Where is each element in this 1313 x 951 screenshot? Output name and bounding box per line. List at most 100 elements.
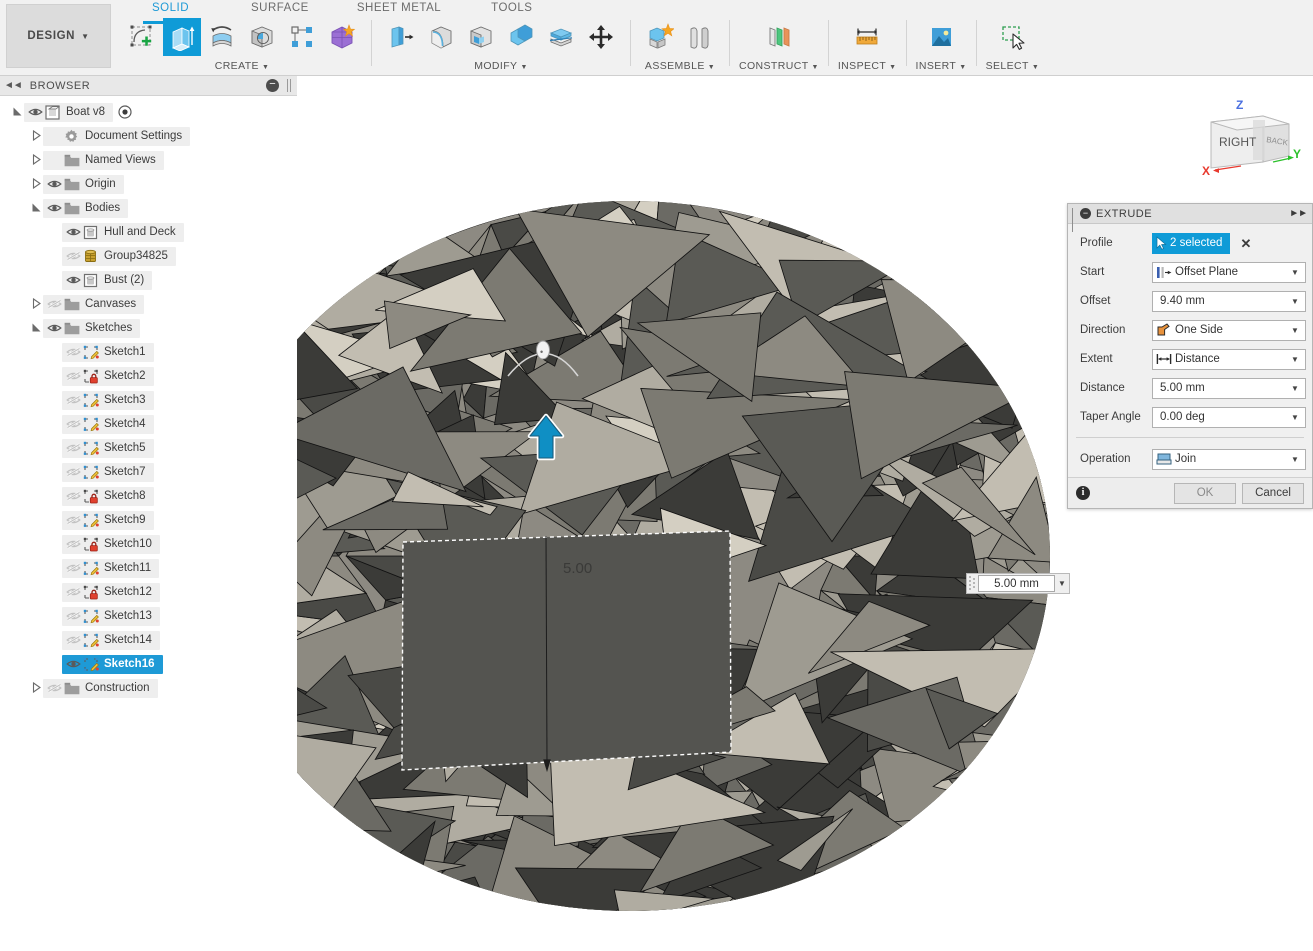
tool-group-select-label[interactable]: SELECT ▼	[986, 60, 1040, 72]
eye-hidden-icon[interactable]	[65, 344, 82, 361]
browser-tree-item-sketch14[interactable]: Sketch14	[0, 628, 297, 652]
tree-item-chip[interactable]: Sketch13	[62, 606, 160, 626]
eye-hidden-icon[interactable]	[65, 440, 82, 457]
inline-dimension-input[interactable]: 5.00 mm ▼	[966, 573, 1070, 594]
tool-group-inspect-label[interactable]: INSPECT ▼	[838, 60, 897, 72]
tree-item-chip[interactable]: Bust (2)	[62, 270, 153, 290]
tool-group-assemble-label[interactable]: ASSEMBLE ▼	[645, 60, 715, 72]
expander-open-icon[interactable]	[10, 106, 24, 119]
taper-angle-input[interactable]: 0.00 deg ▼	[1152, 406, 1306, 428]
distance-value[interactable]: 5.00 mm	[1155, 382, 1287, 394]
eye-visible-icon[interactable]	[46, 176, 63, 193]
eye-hidden-icon[interactable]	[65, 368, 82, 385]
eye-hidden-icon[interactable]	[65, 608, 82, 625]
split-face-icon[interactable]	[542, 18, 580, 56]
profile-selection-button[interactable]: 2 selected	[1152, 232, 1231, 254]
tree-item-chip[interactable]: Origin	[43, 174, 124, 194]
browser-tree-item-bodies[interactable]: Bodies	[0, 196, 297, 220]
expander-open-icon[interactable]	[29, 322, 43, 335]
chevron-down-icon[interactable]: ▼	[1287, 326, 1303, 335]
chevron-down-icon[interactable]: ▼	[1287, 268, 1303, 277]
tool-group-modify-label[interactable]: MODIFY ▼	[474, 60, 528, 72]
tree-item-chip[interactable]: Sketch5	[62, 438, 154, 458]
tool-group-construct-label[interactable]: CONSTRUCT ▼	[739, 60, 819, 72]
chevron-down-icon[interactable]: ▼	[1287, 355, 1303, 364]
eye-hidden-icon[interactable]	[65, 248, 82, 265]
browser-tree-item-sketch16[interactable]: Sketch16	[0, 652, 297, 676]
browser-tree-item-sketch5[interactable]: Sketch5	[0, 436, 297, 460]
eye-hidden-icon[interactable]	[65, 560, 82, 577]
tree-item-chip[interactable]: Group34825	[62, 246, 176, 266]
tree-item-chip[interactable]: Construction	[43, 678, 158, 698]
move-copy-icon[interactable]	[582, 18, 620, 56]
browser-tree-item-canvases[interactable]: Canvases	[0, 292, 297, 316]
browser-tree-item-sketch2[interactable]: Sketch2	[0, 364, 297, 388]
tool-group-create-label[interactable]: CREATE ▼	[215, 60, 270, 72]
browser-tree[interactable]: Boat v8 Document Settings Named Views Origi…	[0, 96, 297, 700]
offset-value[interactable]: 9.40 mm	[1155, 295, 1287, 307]
chevron-down-icon[interactable]: ▼	[1287, 413, 1303, 422]
eye-hidden-icon[interactable]	[65, 584, 82, 601]
eye-hidden-icon[interactable]	[46, 296, 63, 313]
browser-tree-item-bust-2[interactable]: Bust (2)	[0, 268, 297, 292]
browser-tree-item-origin[interactable]: Origin	[0, 172, 297, 196]
tree-item-chip[interactable]: Sketch10	[62, 534, 160, 554]
expander-open-icon[interactable]	[29, 202, 43, 215]
eye-visible-icon[interactable]	[65, 656, 82, 673]
eye-visible-icon[interactable]	[46, 200, 63, 217]
eye-hidden-icon[interactable]	[65, 416, 82, 433]
browser-tree-item-document-settings[interactable]: Document Settings	[0, 124, 297, 148]
extrude-icon[interactable]	[163, 18, 201, 56]
form-icon[interactable]	[323, 18, 361, 56]
browser-tree-item-sketch11[interactable]: Sketch11	[0, 556, 297, 580]
eye-hidden-icon[interactable]	[65, 536, 82, 553]
ok-button[interactable]: OK	[1174, 482, 1236, 504]
create-sketch-icon[interactable]	[123, 18, 161, 56]
chevron-down-icon[interactable]: ▼	[1287, 297, 1303, 306]
tree-item-chip[interactable]: Sketch2	[62, 366, 154, 386]
browser-tree-item-group34825[interactable]: Group34825	[0, 244, 297, 268]
minus-circle-icon[interactable]: −	[266, 79, 279, 92]
tree-item-chip[interactable]: Sketch14	[62, 630, 160, 650]
press-pull-icon[interactable]	[382, 18, 420, 56]
measure-icon[interactable]	[848, 18, 886, 56]
operation-dropdown[interactable]: Join ▼	[1152, 448, 1306, 470]
tree-item-chip[interactable]: Bodies	[43, 198, 129, 218]
browser-tree-item-construction[interactable]: Construction	[0, 676, 297, 700]
tree-item-chip[interactable]: Sketch8	[62, 486, 154, 506]
expander-closed-icon[interactable]	[29, 297, 43, 311]
shell-icon[interactable]	[462, 18, 500, 56]
eye-hidden-icon[interactable]	[46, 680, 63, 697]
browser-tree-item-boat-v8[interactable]: Boat v8	[0, 100, 297, 124]
collapse-left-icon[interactable]: ◄◄	[4, 80, 23, 91]
tree-item-chip[interactable]: Sketch1	[62, 342, 154, 362]
expander-closed-icon[interactable]	[29, 177, 43, 191]
browser-tree-item-sketch10[interactable]: Sketch10	[0, 532, 297, 556]
activate-radio-icon[interactable]	[117, 105, 132, 120]
tree-item-chip[interactable]: Named Views	[43, 150, 164, 170]
eye-hidden-icon[interactable]	[65, 632, 82, 649]
tree-item-chip[interactable]: Sketches	[43, 318, 141, 338]
tool-group-insert-label[interactable]: INSERT ▼	[916, 60, 967, 72]
revolve-icon[interactable]	[203, 18, 241, 56]
browser-tree-item-sketch13[interactable]: Sketch13	[0, 604, 297, 628]
joint-icon[interactable]	[681, 18, 719, 56]
eye-hidden-icon[interactable]	[65, 464, 82, 481]
tree-item-chip[interactable]: Sketch16	[62, 654, 163, 674]
pattern-icon[interactable]	[283, 18, 321, 56]
tree-item-chip[interactable]: Document Settings	[43, 126, 191, 146]
info-icon[interactable]: i	[1076, 486, 1090, 500]
view-cube[interactable]: RIGHT BACK X Y Z	[1193, 94, 1303, 184]
taper-angle-value[interactable]: 0.00 deg	[1155, 411, 1287, 423]
eye-visible-icon[interactable]	[46, 320, 63, 337]
select-window-icon[interactable]	[993, 18, 1031, 56]
combine-icon[interactable]	[502, 18, 540, 56]
browser-tree-item-sketches[interactable]: Sketches	[0, 316, 297, 340]
browser-tree-item-sketch3[interactable]: Sketch3	[0, 388, 297, 412]
tree-item-chip[interactable]: Hull and Deck	[62, 222, 184, 242]
extent-dropdown[interactable]: Distance ▼	[1152, 348, 1306, 370]
chevron-down-icon[interactable]: ▼	[1055, 579, 1069, 588]
browser-tree-item-sketch9[interactable]: Sketch9	[0, 508, 297, 532]
start-dropdown[interactable]: Offset Plane ▼	[1152, 261, 1306, 283]
eye-hidden-icon[interactable]	[65, 512, 82, 529]
